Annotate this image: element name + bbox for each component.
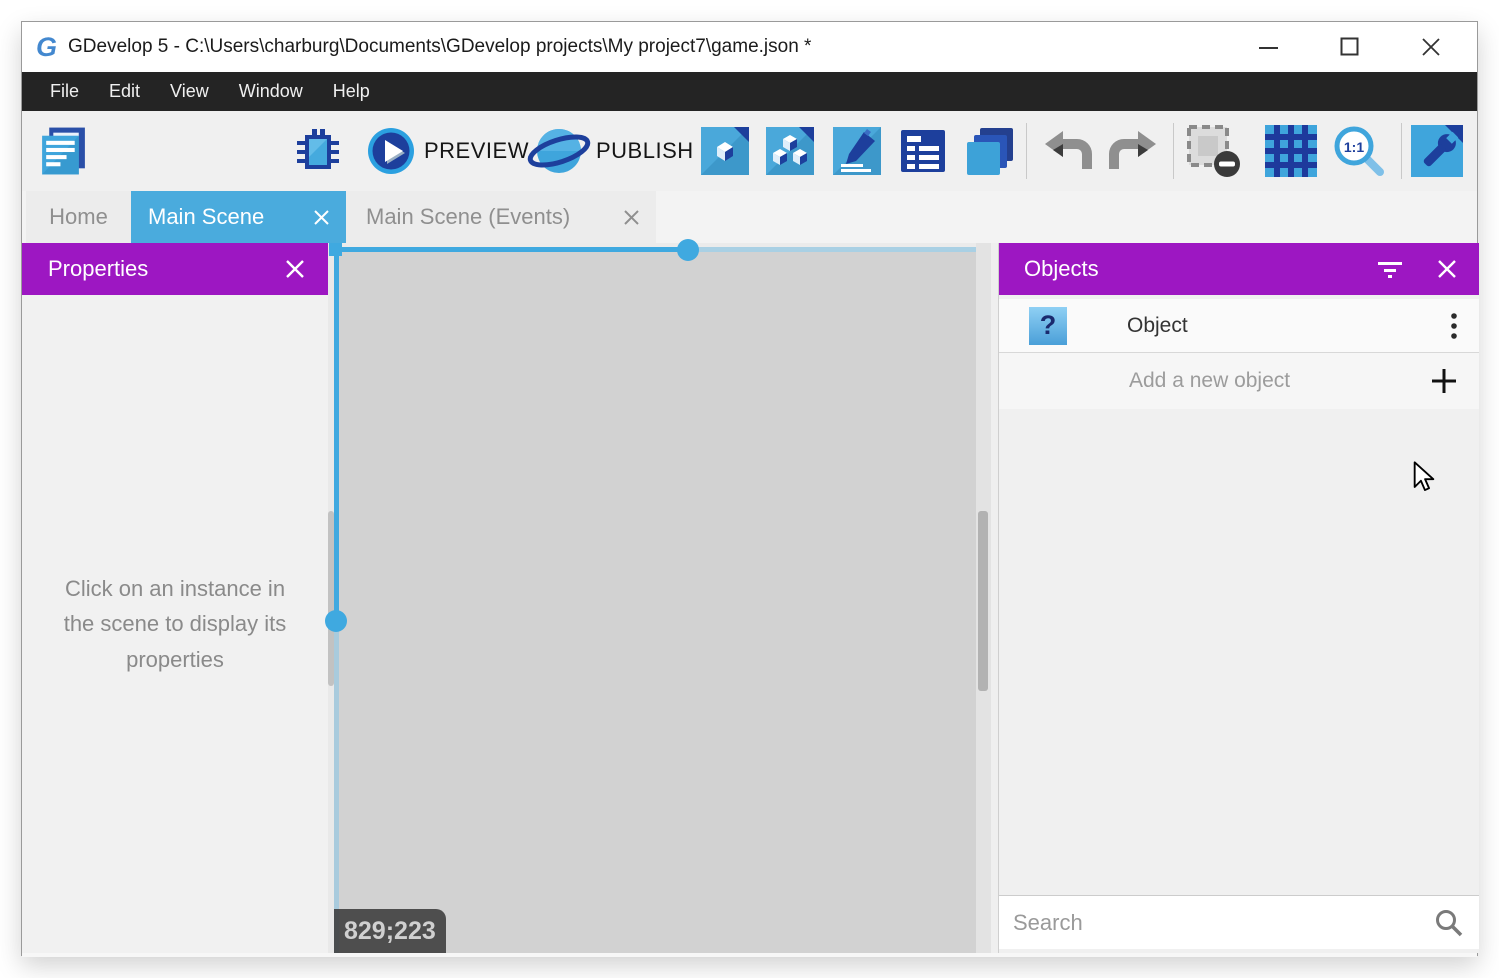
maximize-icon bbox=[1340, 37, 1360, 57]
close-tab-icon[interactable] bbox=[313, 209, 330, 226]
layers-button[interactable] bbox=[965, 126, 1015, 176]
objects-search-box bbox=[999, 895, 1479, 949]
objects-header: Objects bbox=[999, 243, 1479, 295]
publish-globe-icon bbox=[527, 122, 591, 180]
menu-bar: File Edit View Window Help bbox=[22, 72, 1477, 111]
mouse-cursor bbox=[1412, 461, 1436, 493]
minimize-button[interactable] bbox=[1240, 22, 1298, 72]
filter-icon[interactable] bbox=[1377, 259, 1403, 279]
canvas-right-scrollbar-thumb[interactable] bbox=[978, 511, 988, 691]
edit-scene-icon bbox=[833, 127, 881, 175]
canvas-right-scrollbar-track[interactable] bbox=[976, 243, 991, 953]
debug-button[interactable] bbox=[293, 126, 343, 176]
scene-left-border-faded bbox=[334, 621, 339, 953]
svg-text:1:1: 1:1 bbox=[1344, 139, 1364, 155]
tools-wrench-icon bbox=[1411, 125, 1463, 177]
scene-top-border bbox=[334, 247, 688, 252]
kebab-menu-icon[interactable] bbox=[1451, 313, 1457, 339]
app-window: G GDevelop 5 - C:\Users\charburg\Documen… bbox=[21, 21, 1478, 956]
events-sheet-button[interactable] bbox=[899, 127, 947, 175]
scene-top-border-faded bbox=[688, 247, 991, 252]
zoom-reset-button[interactable]: 1:1 bbox=[1331, 124, 1385, 178]
export-scene-icon bbox=[701, 127, 749, 175]
object-list-item[interactable]: ? Object bbox=[999, 299, 1479, 353]
toggle-grid-button[interactable] bbox=[1265, 125, 1317, 177]
editor-content: Properties Click on an instance in the s… bbox=[22, 243, 1477, 957]
publish-button[interactable]: PUBLISH bbox=[527, 122, 694, 180]
preview-button[interactable]: PREVIEW bbox=[367, 127, 529, 175]
properties-header: Properties bbox=[22, 243, 328, 295]
window-title: GDevelop 5 - C:\Users\charburg\Documents… bbox=[68, 36, 811, 58]
layers-icon bbox=[965, 126, 1015, 176]
undo-button[interactable] bbox=[1041, 129, 1093, 173]
objects-title: Objects bbox=[1024, 256, 1099, 282]
toolbar-separator bbox=[1026, 123, 1027, 179]
preview-play-icon bbox=[367, 127, 415, 175]
debug-icon bbox=[293, 126, 343, 176]
menu-window[interactable]: Window bbox=[224, 72, 318, 111]
scene-canvas[interactable] bbox=[339, 252, 976, 953]
tab-label: Main Scene bbox=[148, 204, 264, 230]
open-settings-button[interactable] bbox=[1411, 125, 1463, 177]
mask-icon bbox=[1185, 124, 1243, 178]
edit-scene-button[interactable] bbox=[833, 127, 881, 175]
toolbar: PREVIEW PUBLISH bbox=[22, 111, 1477, 191]
export-scene-button[interactable] bbox=[701, 127, 749, 175]
scene-top-resize-handle[interactable] bbox=[677, 239, 699, 261]
menu-help[interactable]: Help bbox=[318, 72, 385, 111]
close-panel-icon[interactable] bbox=[285, 259, 305, 279]
objects-icon bbox=[766, 127, 814, 175]
toolbar-separator bbox=[1173, 123, 1174, 179]
plus-icon[interactable] bbox=[1431, 368, 1457, 394]
tab-label: Main Scene (Events) bbox=[366, 204, 570, 230]
objects-editor-button[interactable] bbox=[766, 127, 814, 175]
toolbar-separator bbox=[1401, 123, 1402, 179]
tab-home[interactable]: Home bbox=[26, 191, 131, 243]
project-manager-button[interactable] bbox=[36, 124, 91, 179]
properties-empty-message: Click on an instance in the scene to dis… bbox=[47, 571, 303, 677]
tab-bar: Home Main Scene Main Scene (Events) bbox=[22, 191, 1477, 243]
minimize-icon bbox=[1259, 37, 1279, 57]
toggle-mask-button[interactable] bbox=[1185, 124, 1243, 178]
objects-search-input[interactable] bbox=[999, 910, 1435, 936]
close-panel-icon[interactable] bbox=[1437, 259, 1457, 279]
canvas-right-gap bbox=[991, 243, 998, 953]
tab-main-scene-events[interactable]: Main Scene (Events) bbox=[346, 191, 656, 243]
menu-view[interactable]: View bbox=[155, 72, 224, 111]
objects-panel: Objects ? Object bbox=[998, 243, 1479, 953]
object-thumbnail-question-icon: ? bbox=[1029, 307, 1067, 345]
redo-icon bbox=[1108, 129, 1160, 173]
close-icon bbox=[1421, 37, 1441, 57]
gdevelop-logo-icon: G bbox=[36, 34, 57, 61]
close-tab-icon[interactable] bbox=[623, 209, 640, 226]
maximize-button[interactable] bbox=[1321, 22, 1379, 72]
events-list-icon bbox=[899, 127, 947, 175]
properties-title: Properties bbox=[48, 256, 148, 282]
publish-label: PUBLISH bbox=[596, 138, 694, 164]
preview-label: PREVIEW bbox=[424, 138, 529, 164]
scene-canvas-zone: 829;223 bbox=[328, 243, 998, 953]
redo-button[interactable] bbox=[1108, 129, 1160, 173]
properties-panel: Properties Click on an instance in the s… bbox=[22, 243, 328, 953]
object-name: Object bbox=[1127, 314, 1188, 338]
add-object-row[interactable]: Add a new object bbox=[999, 353, 1479, 409]
zoom-1-1-icon: 1:1 bbox=[1331, 124, 1385, 178]
title-bar: G GDevelop 5 - C:\Users\charburg\Documen… bbox=[22, 22, 1477, 72]
undo-icon bbox=[1041, 129, 1093, 173]
menu-edit[interactable]: Edit bbox=[94, 72, 155, 111]
menu-file[interactable]: File bbox=[35, 72, 94, 111]
close-button[interactable] bbox=[1402, 22, 1460, 72]
tab-label: Home bbox=[49, 204, 108, 230]
add-object-label: Add a new object bbox=[1129, 369, 1290, 393]
grid-icon bbox=[1265, 125, 1317, 177]
scene-left-border bbox=[334, 247, 339, 621]
scene-left-resize-handle[interactable] bbox=[325, 610, 347, 632]
project-manager-icon bbox=[36, 124, 91, 179]
search-icon bbox=[1435, 909, 1463, 937]
tab-main-scene[interactable]: Main Scene bbox=[131, 191, 346, 243]
cursor-coordinates-badge: 829;223 bbox=[334, 909, 446, 953]
